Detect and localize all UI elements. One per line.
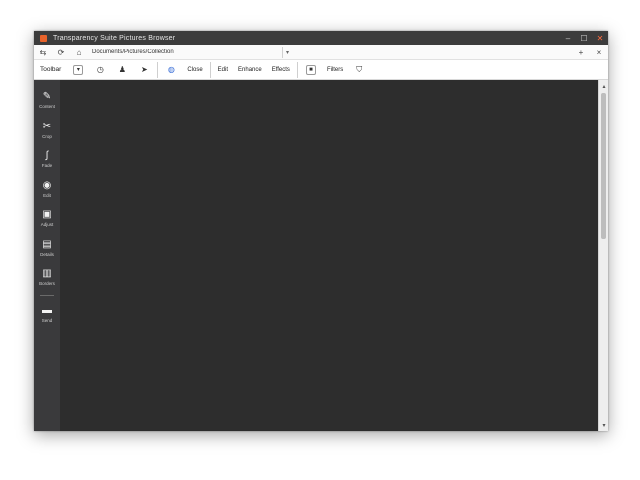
pencil-icon: ✎	[42, 91, 52, 103]
sidebar-divider	[40, 294, 54, 296]
shield-icon[interactable]: ⛉	[348, 61, 370, 79]
address-field[interactable]: Documents/Pictures/Collection	[92, 49, 282, 55]
curve-icon: ∫	[45, 150, 49, 162]
scroll-down-icon[interactable]: ▾	[599, 420, 608, 430]
toolbar: Toolbar ▾ ◷ ♟ ➤ ◍ Close Edit Enhance Eff…	[34, 60, 608, 80]
sidebar-item-fade[interactable]: ∫ Fade	[34, 145, 60, 175]
arrow-icon[interactable]: ➤	[133, 61, 155, 79]
frame-icon[interactable]: ■	[300, 61, 322, 79]
sidebar: ✎ Content ✂ Crop ∫ Fade ◉ Edit ▣ Adjust …	[34, 80, 60, 431]
circle-icon: ◉	[42, 179, 52, 191]
scroll-up-icon[interactable]: ▴	[599, 81, 608, 91]
save-icon[interactable]: ▾	[67, 61, 89, 79]
new-tab-button[interactable]: +	[572, 45, 590, 60]
clock-icon[interactable]: ◷	[89, 61, 111, 79]
sidebar-item-adjust[interactable]: ▣ Adjust	[34, 204, 60, 234]
sidebar-item-details[interactable]: ▤ Details	[34, 234, 60, 264]
menu-edit[interactable]: Edit	[213, 67, 233, 73]
menu-effects[interactable]: Effects	[267, 67, 295, 73]
sidebar-item-crop[interactable]: ✂ Crop	[34, 116, 60, 146]
sidebar-item-borders[interactable]: ▥ Borders	[34, 263, 60, 293]
adjust-icon: ▣	[42, 209, 52, 221]
sidebar-item-send[interactable]: ▬ Send	[34, 300, 60, 330]
scissors-icon: ✂	[42, 120, 52, 132]
scroll-thumb[interactable]	[601, 93, 606, 239]
toolbar-label: Toolbar	[40, 66, 62, 73]
borders-icon: ▥	[42, 268, 52, 280]
image-canvas[interactable]	[60, 80, 598, 431]
menu-enhance[interactable]: Enhance	[233, 67, 267, 73]
sidebar-item-edit[interactable]: ◉ Edit	[34, 175, 60, 205]
vertical-scrollbar[interactable]: ▴ ▾	[598, 80, 608, 431]
maximize-button[interactable]: ☐	[576, 31, 592, 45]
address-dropdown[interactable]: ▾	[286, 49, 289, 56]
title-bar: Transparency Suite Pictures Browser – ☐ …	[34, 31, 608, 45]
sidebar-item-content[interactable]: ✎ Content	[34, 86, 60, 116]
send-icon: ▬	[42, 304, 52, 316]
close-tool-button[interactable]: Close	[182, 67, 207, 73]
details-icon: ▤	[42, 238, 52, 250]
close-button[interactable]: ✕	[592, 31, 608, 45]
refresh-icon[interactable]: ⟳	[52, 45, 70, 60]
globe-icon[interactable]: ◍	[160, 61, 182, 79]
minimize-button[interactable]: –	[560, 31, 576, 45]
address-bar: ⇆ ⟳ ⌂ Documents/Pictures/Collection ▾ + …	[34, 45, 608, 60]
home-icon[interactable]: ⌂	[70, 45, 88, 60]
filters-button[interactable]: Filters	[322, 67, 348, 73]
back-arrow-icon[interactable]: ⇆	[34, 45, 52, 60]
window-title: Transparency Suite Pictures Browser	[53, 34, 176, 42]
app-window: Transparency Suite Pictures Browser – ☐ …	[34, 31, 608, 431]
app-logo-icon	[40, 34, 47, 42]
close-tab-button[interactable]: ×	[590, 45, 608, 60]
stamp-icon[interactable]: ♟	[111, 61, 133, 79]
